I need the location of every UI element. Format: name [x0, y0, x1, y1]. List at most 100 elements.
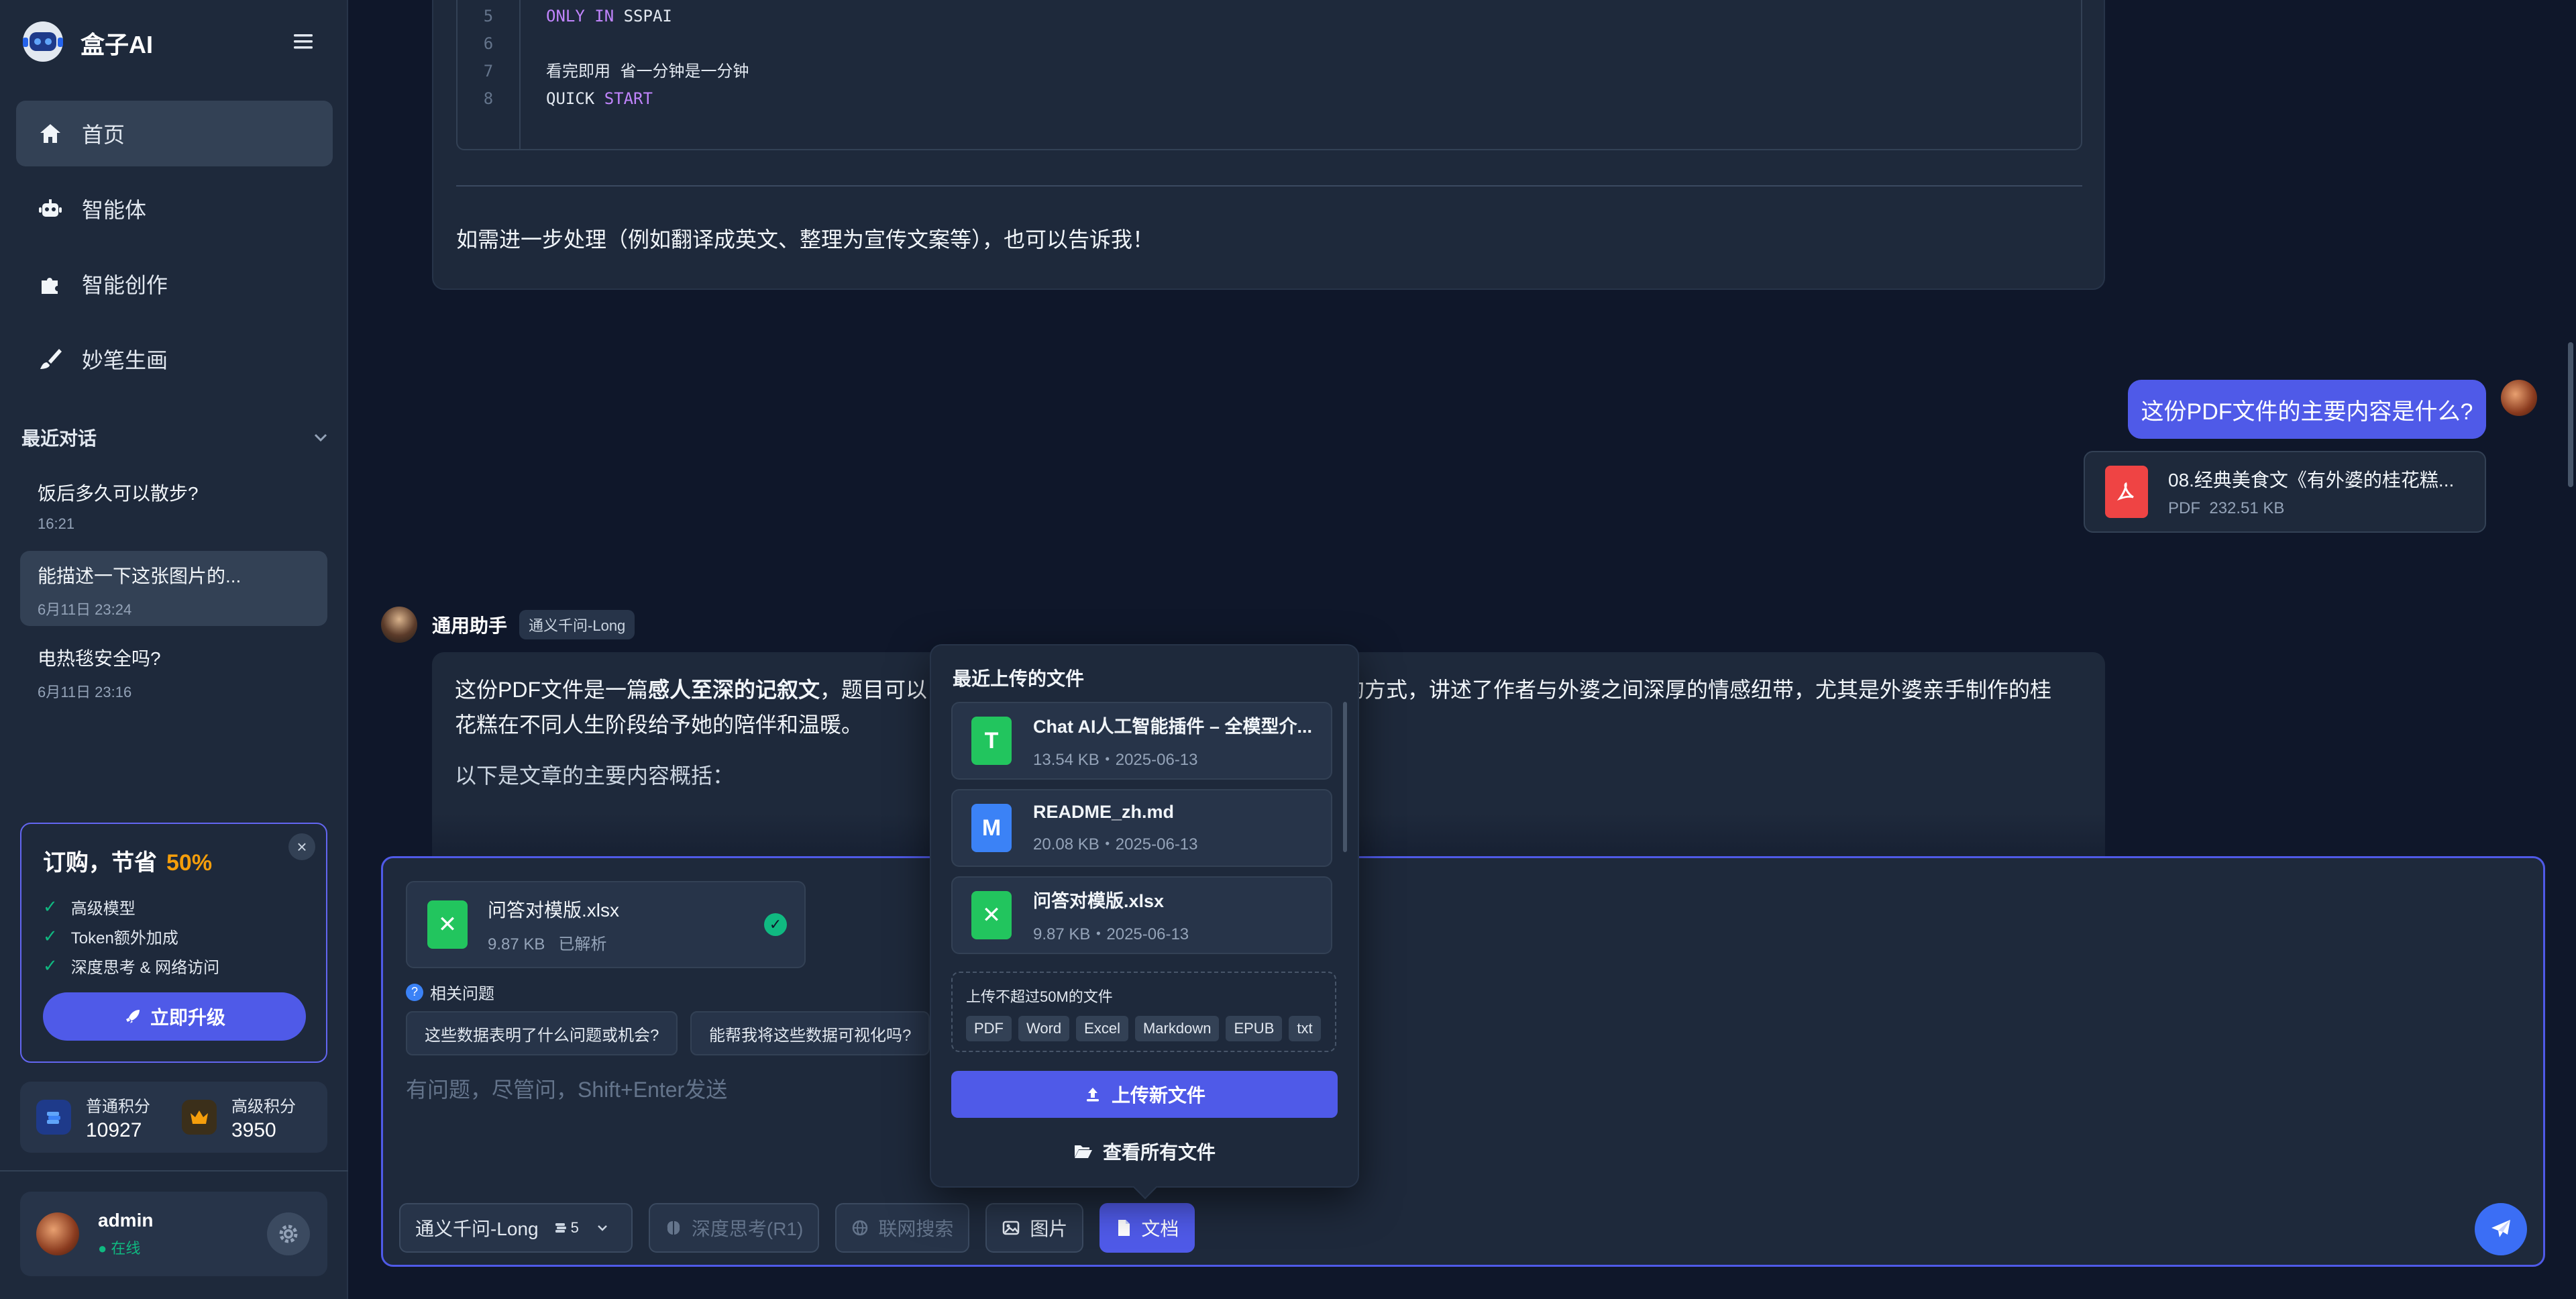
- model-cost: 5: [570, 1219, 579, 1236]
- conversation-title: 电热毯安全吗?: [38, 648, 161, 669]
- file-meta: PDF 232.51 KB: [2168, 499, 2470, 518]
- conversation-time: 16:21: [38, 515, 75, 532]
- assistant-message-previous: 5 6 7 8 ONLY IN SSPAI 看完即用 省一分钟是一分钟 QUIC…: [432, 0, 2105, 290]
- promo-features: ✓ 高级模型 ✓ Token额外加成 ✓ 深度思考 & 网络访问: [43, 892, 305, 980]
- message-text: 的方式，讲述了作者与外婆之间深厚的情感纽带，尤其是外婆亲手制作的桂: [1343, 678, 2052, 702]
- conversation-title: 饭后多久可以散步?: [38, 483, 199, 504]
- nav-item-painting[interactable]: 妙笔生画: [16, 326, 333, 392]
- file-name: README_zh.md: [1033, 802, 1175, 822]
- scrollbar[interactable]: [1343, 702, 1347, 852]
- horizontal-rule: [456, 185, 2082, 187]
- page-scrollbar[interactable]: [2568, 342, 2573, 487]
- avatar[interactable]: [36, 1212, 79, 1255]
- related-label: 相关问题: [430, 985, 494, 1003]
- document-button[interactable]: 文档: [1099, 1203, 1195, 1253]
- file-meta: 9.87 KB・2025-06-13: [1033, 925, 1189, 943]
- nav-label: 首页: [82, 123, 125, 147]
- recent-conversations-header[interactable]: 最近对话: [21, 424, 330, 451]
- toggle-label: 深度思考(R1): [691, 1218, 804, 1239]
- web-search-toggle[interactable]: 联网搜索: [835, 1203, 970, 1253]
- avatar: [2501, 380, 2537, 416]
- image-icon: [1003, 1220, 1020, 1235]
- gear-icon[interactable]: [267, 1212, 310, 1255]
- globe-icon: [853, 1220, 868, 1236]
- upload-dropzone[interactable]: 上传不超过50M的文件 PDF Word Excel Markdown EPUB…: [951, 972, 1336, 1052]
- promo-title: 订购，节省 50%: [43, 844, 305, 877]
- button-label: 上传新文件: [1111, 1085, 1205, 1106]
- upgrade-button[interactable]: 立即升级: [43, 992, 306, 1041]
- folder-open-icon: [1074, 1145, 1092, 1158]
- image-button[interactable]: 图片: [985, 1203, 1084, 1253]
- upload-hint: 上传不超过50M的文件: [966, 988, 1113, 1005]
- nav-item-home[interactable]: 首页: [16, 101, 333, 166]
- composer-toolbar: 通义千问-Long 5 深度思考(R1) 联网搜索 图片 文档: [399, 1203, 1211, 1253]
- upload-icon: [1086, 1088, 1099, 1102]
- markdown-file-icon: M: [971, 804, 1012, 852]
- nav-item-agents[interactable]: 智能体: [16, 176, 333, 242]
- button-label: 查看所有文件: [1102, 1142, 1216, 1163]
- robot-icon: [39, 199, 62, 217]
- file-name: Chat AI人工智能插件 – 全模型介...: [1033, 717, 1313, 737]
- upload-new-file-button[interactable]: 上传新文件: [951, 1071, 1338, 1118]
- chevron-down-icon: [314, 433, 327, 442]
- points-value: 3950: [231, 1119, 276, 1141]
- crown-icon: [182, 1100, 217, 1135]
- brush-icon: [40, 349, 62, 369]
- excel-file-icon: ✕: [971, 891, 1012, 939]
- code-line: ONLY IN SSPAI: [546, 3, 749, 30]
- model-name: 通义千问-Long: [415, 1218, 539, 1239]
- code-line: 看完即用 省一分钟是一分钟: [546, 62, 749, 81]
- file-name: 问答对模版.xlsx: [1033, 891, 1165, 911]
- nav-label: 智能体: [82, 198, 147, 222]
- model-tag: 通义千问-Long: [519, 610, 635, 639]
- conversation-item[interactable]: 能描述一下这张图片的... 6月11日 23:24: [20, 551, 327, 626]
- promo-feature: ✓ 高级模型: [43, 892, 305, 921]
- file-size: 232.51 KB: [2209, 499, 2285, 517]
- message-input[interactable]: 有问题，尽管问，Shift+Enter发送: [406, 1073, 727, 1104]
- conversation-title: 能描述一下这张图片的...: [38, 566, 241, 586]
- check-icon: ✓: [43, 955, 58, 976]
- file-type-tag: EPUB: [1226, 1016, 1283, 1041]
- paper-plane-icon: [2491, 1220, 2510, 1237]
- close-icon[interactable]: ×: [288, 833, 315, 860]
- recent-file-item[interactable]: ✕ 问答对模版.xlsx 9.87 KB・2025-06-13: [951, 876, 1332, 954]
- menu-toggle-icon[interactable]: [291, 30, 315, 54]
- recent-file-item[interactable]: T Chat AI人工智能插件 – 全模型介... 13.54 KB・2025-0…: [951, 702, 1332, 780]
- nav-item-creation[interactable]: 智能创作: [16, 251, 333, 317]
- file-type-tag: txt: [1289, 1016, 1321, 1041]
- code-keyword: ONLY: [546, 7, 585, 25]
- conversation-item[interactable]: 电热毯安全吗? 6月11日 23:16: [20, 633, 327, 709]
- send-button[interactable]: [2475, 1203, 2527, 1255]
- feature-label: 深度思考 & 网络访问: [70, 958, 220, 977]
- nav-label: 妙笔生画: [82, 348, 168, 372]
- line-number: 5: [483, 7, 494, 25]
- line-number: 7: [483, 62, 494, 81]
- points-label: 高级积分: [231, 1097, 296, 1116]
- code-keyword: IN: [594, 7, 614, 25]
- check-circle-icon: ✓: [764, 913, 787, 936]
- upgrade-label: 立即升级: [150, 1007, 225, 1028]
- file-name: 08.经典美食文《有外婆的桂花糕...: [2168, 470, 2455, 490]
- file-type: PDF: [2168, 499, 2200, 517]
- code-text: QUICK: [546, 89, 595, 108]
- attached-file[interactable]: ✕ 问答对模版.xlsx 9.87 KB 已解析 ✓: [406, 881, 806, 968]
- feature-label: Token额外加成: [70, 929, 178, 947]
- user-file-attachment[interactable]: 08.经典美食文《有外婆的桂花糕... PDF 232.51 KB: [2084, 451, 2486, 533]
- coins-icon: [36, 1100, 71, 1135]
- recent-file-item[interactable]: M README_zh.md 20.08 KB・2025-06-13: [951, 789, 1332, 867]
- suggestion-chip[interactable]: 这些数据表明了什么问题或机会?: [406, 1011, 678, 1055]
- suggestion-chip[interactable]: 能帮我将这些数据可视化吗?: [690, 1011, 930, 1055]
- conversation-item[interactable]: 饭后多久可以散步? 16:21: [20, 468, 327, 543]
- model-selector[interactable]: 通义千问-Long 5: [399, 1203, 633, 1253]
- conversation-time: 6月11日 23:24: [38, 601, 132, 618]
- file-meta: 9.87 KB 已解析: [488, 931, 619, 954]
- view-all-files-button[interactable]: 查看所有文件: [951, 1131, 1338, 1172]
- promo-feature: ✓ Token额外加成: [43, 921, 305, 951]
- sidebar-divider: [0, 1170, 348, 1172]
- sidebar: 盒子AI 首页 智能体 智能创作 妙笔生画 最近对话 饭后多久可以散步? 16:…: [0, 0, 348, 1299]
- file-type-tag: Word: [1018, 1016, 1070, 1041]
- deep-think-toggle[interactable]: 深度思考(R1): [648, 1203, 820, 1253]
- document-icon: [1118, 1220, 1130, 1236]
- message-text: ，题目可以: [820, 678, 928, 702]
- code-text: SSPAI: [623, 7, 672, 25]
